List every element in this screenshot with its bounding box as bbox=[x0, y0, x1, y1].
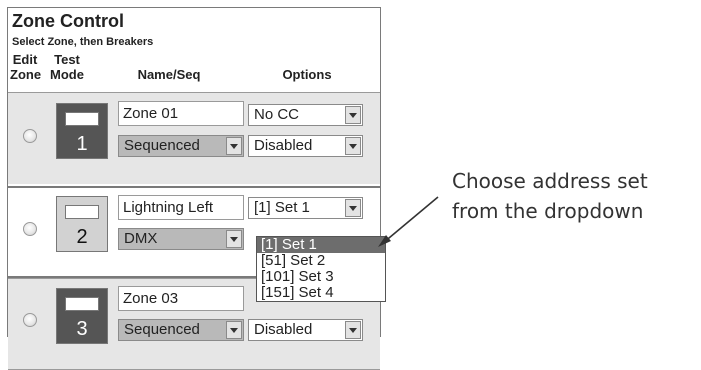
options-select-1[interactable]: No CC bbox=[248, 104, 363, 126]
panel-title: Zone Control bbox=[12, 11, 124, 31]
chevron-down-icon[interactable] bbox=[345, 137, 361, 155]
dropdown-option[interactable]: [151] Set 4 bbox=[257, 285, 385, 301]
header-edit-zone: Edit Zone bbox=[10, 52, 42, 82]
sequence-value: Sequenced bbox=[124, 137, 200, 154]
dropdown-option[interactable]: [51] Set 2 bbox=[257, 253, 385, 269]
chevron-down-icon[interactable] bbox=[226, 137, 242, 155]
test-mode-button-2[interactable]: 2 bbox=[56, 196, 108, 252]
zone-name-input[interactable]: Zone 01 bbox=[118, 101, 244, 126]
option-value: Disabled bbox=[254, 321, 313, 338]
test-indicator bbox=[65, 205, 99, 219]
option-value: [1] Set 1 bbox=[254, 199, 310, 216]
header-test-mode-label: Test Mode bbox=[50, 52, 84, 82]
radio-button-icon[interactable] bbox=[23, 222, 37, 236]
options-select-2[interactable]: Disabled bbox=[248, 135, 363, 157]
dropdown-option[interactable]: [101] Set 3 bbox=[257, 269, 385, 285]
sequence-value: DMX bbox=[124, 230, 158, 247]
option-value: No CC bbox=[254, 106, 300, 123]
radio-button-icon[interactable] bbox=[23, 129, 37, 143]
chevron-down-icon[interactable] bbox=[345, 321, 361, 339]
zone-name-input[interactable]: Zone 03 bbox=[118, 286, 244, 311]
chevron-down-icon[interactable] bbox=[345, 199, 361, 217]
callout-line-1: Choose address set bbox=[452, 169, 648, 193]
test-indicator bbox=[65, 112, 99, 126]
zone-name-input[interactable]: Lightning Left bbox=[118, 195, 244, 220]
header-edit-zone-label: Edit Zone bbox=[10, 52, 42, 82]
header-name-seq: Name/Seq bbox=[137, 67, 201, 82]
sequence-select[interactable]: Sequenced bbox=[118, 319, 244, 341]
test-mode-button-1[interactable]: 1 bbox=[56, 103, 108, 159]
sequence-select[interactable]: DMX bbox=[118, 228, 244, 250]
panel-subtitle: Select Zone, then Breakers bbox=[12, 36, 154, 48]
radio-button-icon[interactable] bbox=[23, 313, 37, 327]
header-options: Options bbox=[282, 67, 332, 82]
zone-control-panel: Zone Control Select Zone, then Breakers … bbox=[7, 7, 386, 370]
dropdown-option[interactable]: [1] Set 1 bbox=[257, 237, 385, 253]
zone-number: 3 bbox=[76, 318, 88, 340]
sequence-select[interactable]: Sequenced bbox=[118, 135, 244, 157]
callout-text: Choose address set from the dropdown bbox=[452, 166, 648, 226]
callout-line-2: from the dropdown bbox=[452, 199, 644, 223]
option-value: Disabled bbox=[254, 137, 313, 154]
address-set-dropdown-list: [1] Set 1 [51] Set 2 [101] Set 3 [151] S… bbox=[256, 236, 386, 302]
sequence-value: Sequenced bbox=[124, 321, 200, 338]
header-test-mode: Test Mode bbox=[48, 52, 86, 82]
chevron-down-icon[interactable] bbox=[345, 106, 361, 124]
test-mode-button-3[interactable]: 3 bbox=[56, 288, 108, 344]
zone-number: 1 bbox=[76, 133, 88, 155]
address-set-select[interactable]: [1] Set 1 bbox=[248, 197, 363, 219]
chevron-down-icon[interactable] bbox=[226, 230, 242, 248]
zone-row-1: 1 Zone 01 Sequenced No CC Disabled bbox=[8, 92, 380, 184]
chevron-down-icon[interactable] bbox=[226, 321, 242, 339]
zone-number: 2 bbox=[76, 226, 88, 248]
test-indicator bbox=[65, 297, 99, 311]
options-select-2[interactable]: Disabled bbox=[248, 319, 363, 341]
